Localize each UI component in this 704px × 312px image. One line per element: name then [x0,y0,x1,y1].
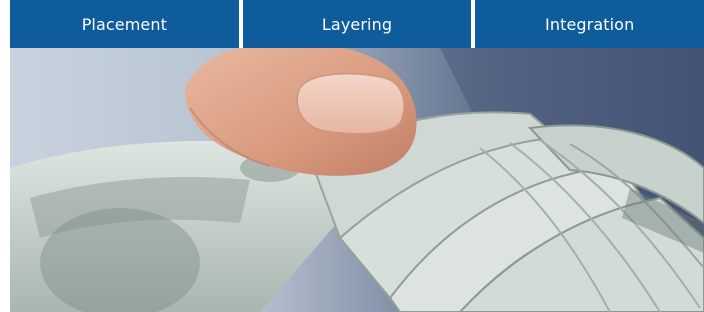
stage-tabs: Placement Layering Integration [10,0,704,48]
tab-layering[interactable]: Layering [242,0,472,48]
tab-integration-label: Integration [545,14,635,34]
tab-placement[interactable]: Placement [10,0,239,48]
hero-image [10,48,704,312]
page: Placement Layering Integration [0,0,704,312]
tab-layering-label: Layering [321,14,393,34]
tab-integration[interactable]: Integration [475,0,704,48]
thumbnail [296,72,405,135]
tab-placement-label: Placement [81,14,167,34]
hand-holding-dollar-bills-photo [10,48,704,312]
